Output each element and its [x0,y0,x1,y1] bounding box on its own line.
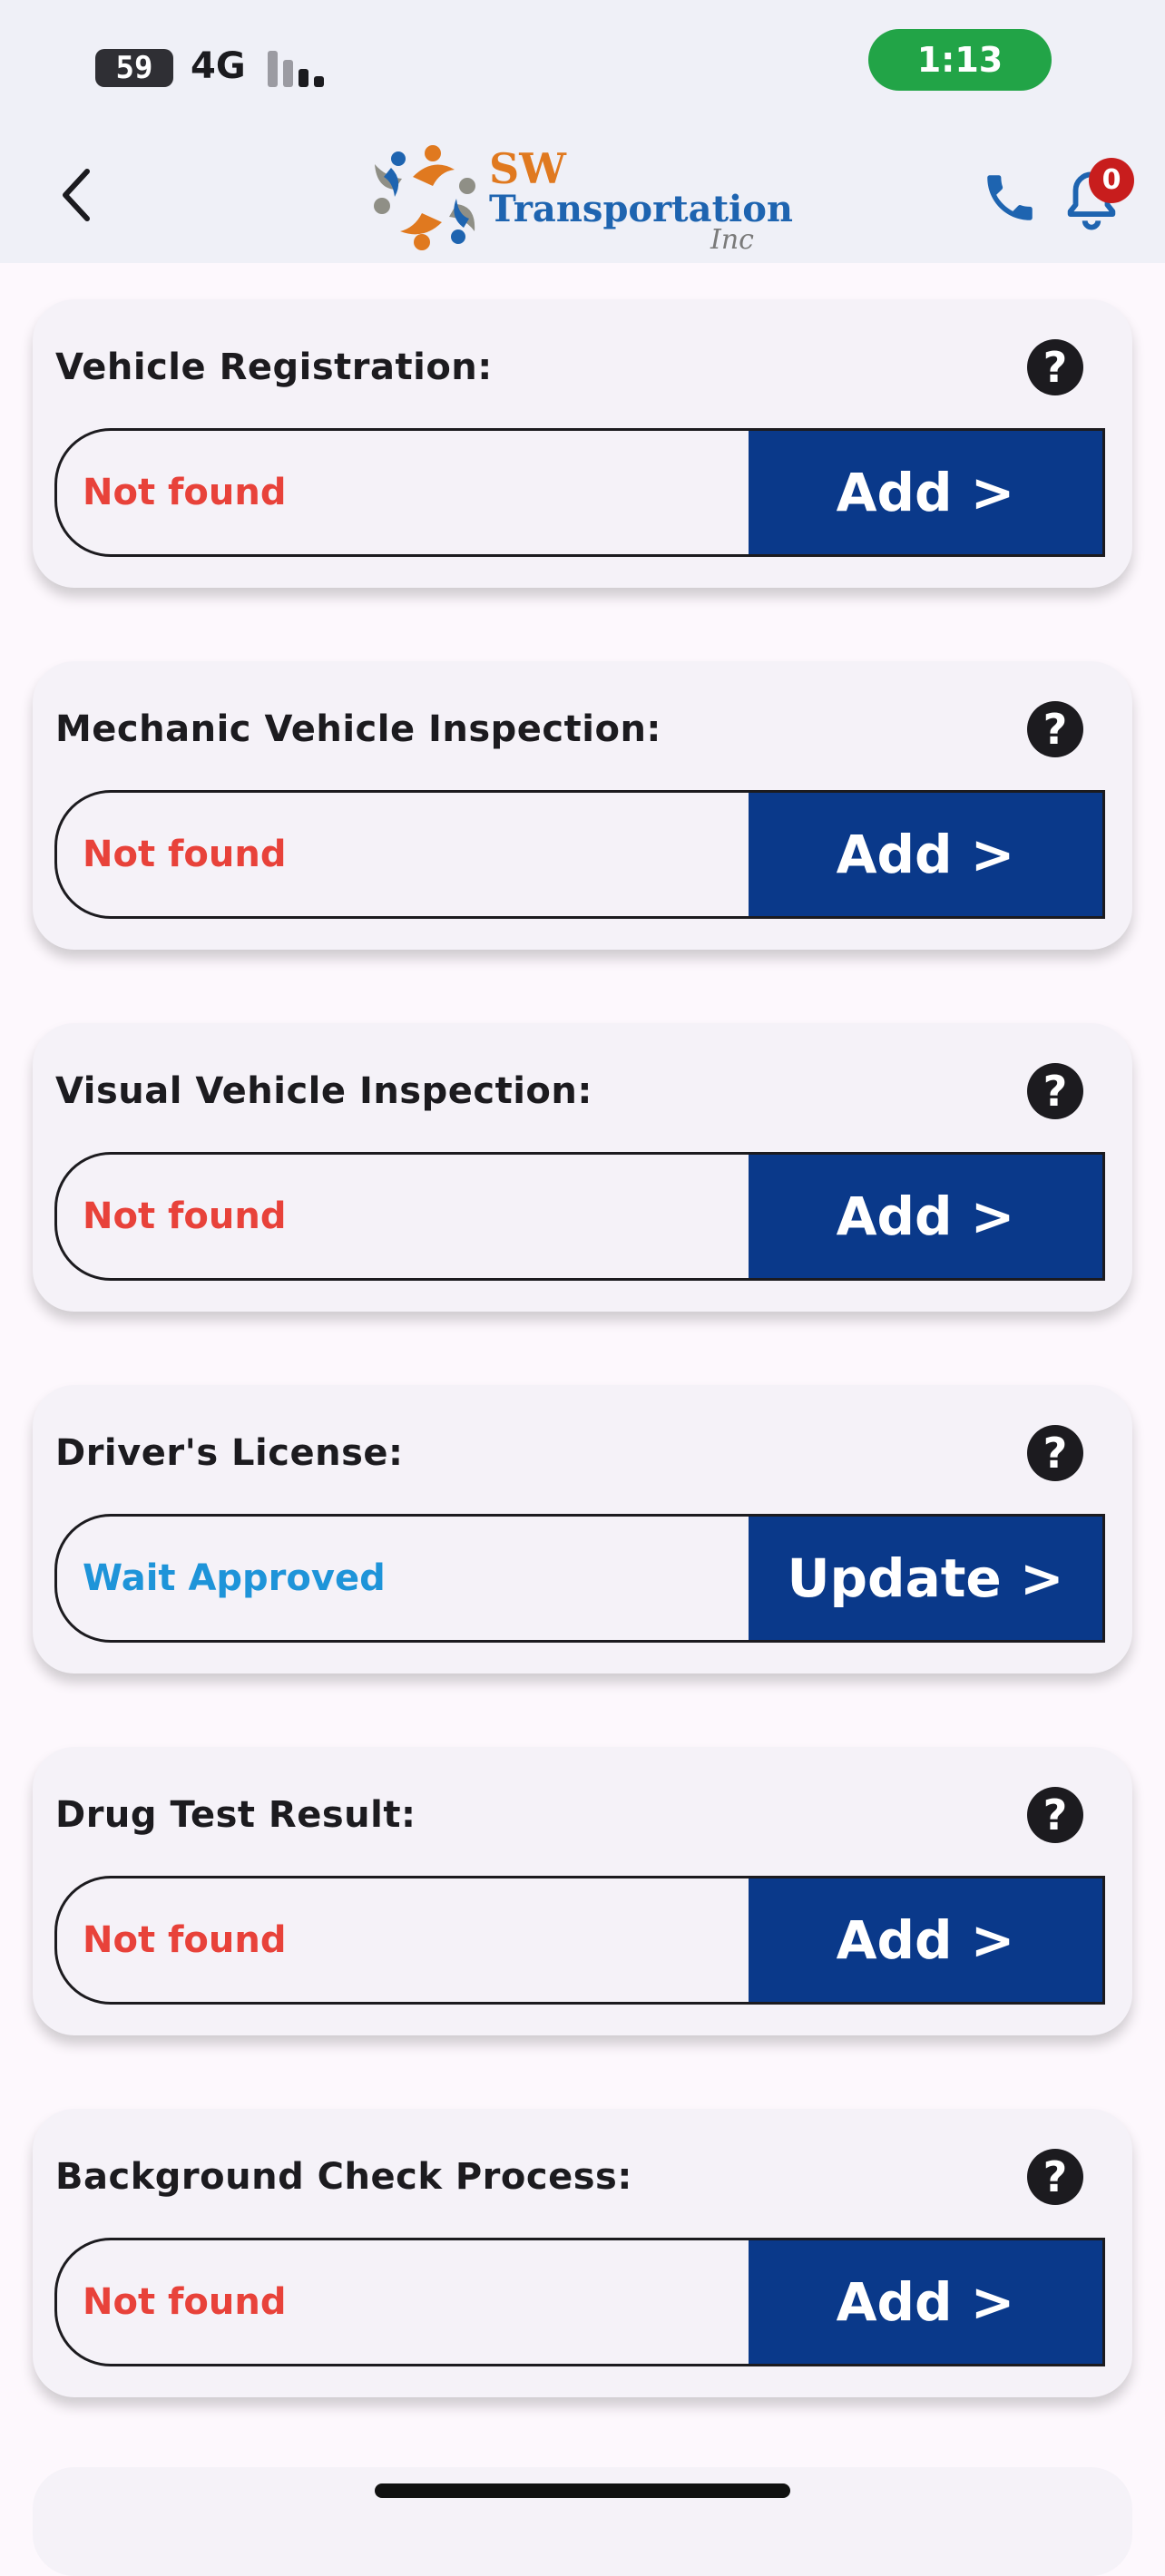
company-logo: SW Transportation Inc [367,141,793,256]
document-status: Not found [83,1919,287,1961]
phone-icon [987,175,1033,220]
update-document-button[interactable]: Update > [749,1517,1102,1640]
document-title: Background Check Process: [55,2156,632,2198]
add-document-button[interactable]: Add > [749,793,1102,916]
document-status: Not found [83,1195,287,1237]
document-status: Not found [83,472,287,513]
document-card-mechanic-vehicle-inspection: Mechanic Vehicle Inspection: ? Not found… [33,661,1132,950]
document-field: Not found Add > [54,1876,1105,2005]
help-icon[interactable]: ? [1027,1425,1083,1481]
logo-text-inc: Inc [710,224,754,256]
document-title: Drug Test Result: [55,1794,416,1836]
home-indicator [375,2483,790,2498]
document-title: Mechanic Vehicle Inspection: [55,708,661,750]
document-field: Not found Add > [54,428,1105,557]
add-document-button[interactable]: Add > [749,1878,1102,2002]
document-card-drivers-license: Driver's License: ? Wait Approved Update… [33,1385,1132,1673]
document-title: Driver's License: [55,1432,404,1474]
document-title: Visual Vehicle Inspection: [55,1070,592,1112]
document-status: Not found [83,2281,287,2323]
help-icon[interactable]: ? [1027,701,1083,757]
notification-badge: 0 [1089,158,1134,203]
document-field: Not found Add > [54,2238,1105,2366]
call-button[interactable] [978,168,1042,228]
document-card-vehicle-registration: Vehicle Registration: ? Not found Add > [33,299,1132,588]
back-button[interactable] [53,163,100,227]
add-document-button[interactable]: Add > [749,1155,1102,1278]
document-field: Not found Add > [54,790,1105,919]
document-status: Wait Approved [83,1557,386,1599]
network-indicator: 4G [191,45,246,87]
document-field: Wait Approved Update > [54,1514,1105,1643]
document-card-drug-test-result: Drug Test Result: ? Not found Add > [33,1747,1132,2035]
app-header: 59 4G 1:13 SW Transportation Inc 0 [0,0,1165,263]
logo-figures-icon [374,145,475,250]
chevron-left-icon [63,169,90,221]
document-title: Vehicle Registration: [55,346,493,388]
battery-indicator: 59 [95,49,173,87]
status-time: 1:13 [868,29,1052,91]
help-icon[interactable]: ? [1027,339,1083,395]
document-field: Not found Add > [54,1152,1105,1281]
document-status: Not found [83,834,287,875]
document-card-background-check-process: Background Check Process: ? Not found Ad… [33,2109,1132,2397]
add-document-button[interactable]: Add > [749,431,1102,554]
document-card-visual-vehicle-inspection: Visual Vehicle Inspection: ? Not found A… [33,1023,1132,1312]
help-icon[interactable]: ? [1027,1063,1083,1119]
signal-icon [268,51,331,87]
help-icon[interactable]: ? [1027,1787,1083,1843]
add-document-button[interactable]: Add > [749,2240,1102,2364]
logo-text-sw: SW [489,144,566,193]
help-icon[interactable]: ? [1027,2149,1083,2205]
